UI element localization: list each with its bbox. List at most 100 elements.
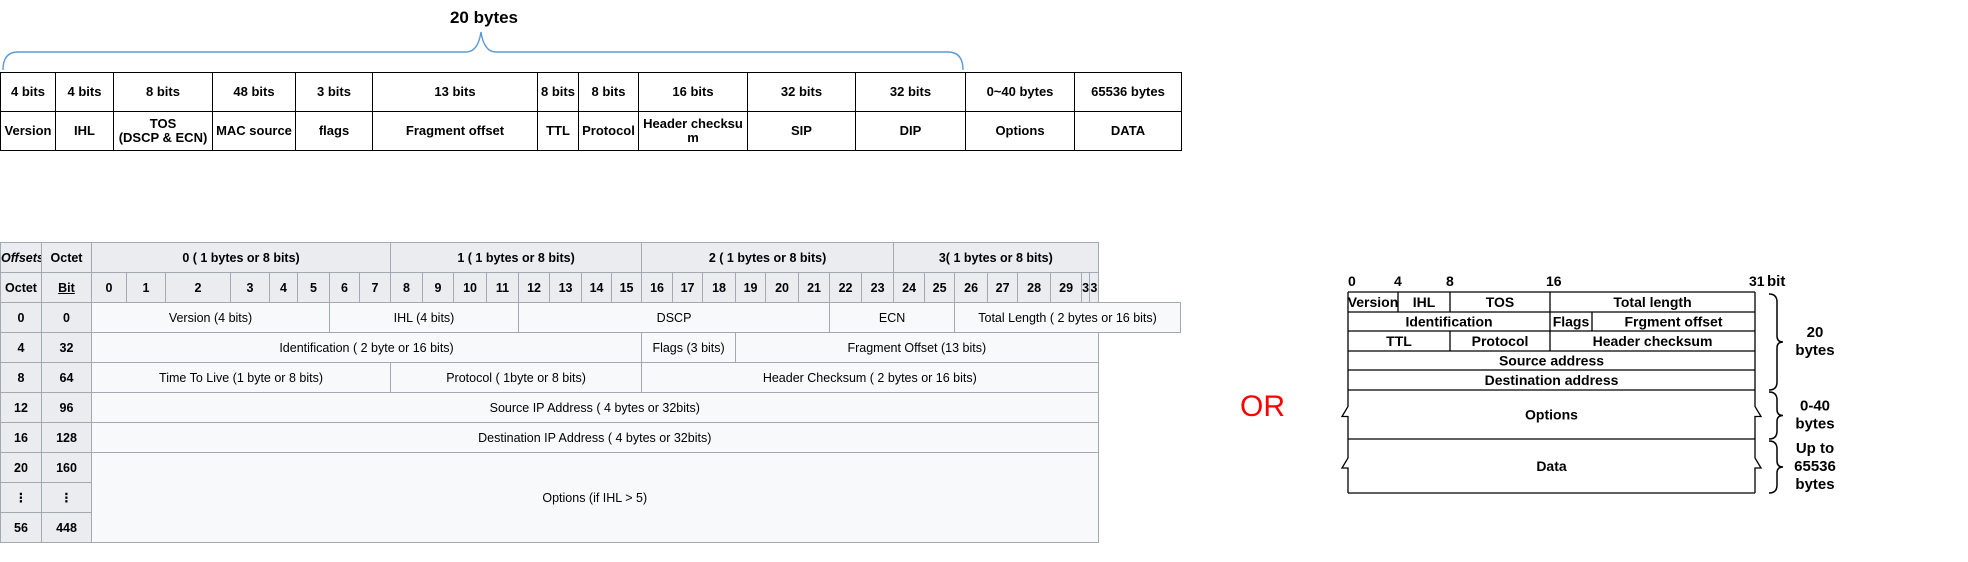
- source-address-field: Source address: [1499, 353, 1604, 369]
- bit-number: 5: [297, 272, 330, 303]
- header-field: Time To Live (1 byte or 8 bits): [90, 362, 392, 393]
- field-name-cell: Protocol: [578, 111, 639, 151]
- row-octet-offset: 20: [0, 452, 42, 483]
- bit-tick-label: 16: [1546, 273, 1562, 289]
- octet-label: Octet: [41, 242, 92, 273]
- octet-group-header: 3( 1 bytes or 8 bits): [893, 242, 1099, 273]
- header-field: Identification ( 2 byte or 16 bits): [90, 332, 643, 363]
- options-field: Options: [1525, 407, 1578, 423]
- identification-field: Identification: [1405, 314, 1492, 330]
- ipv4-header-diagram: 0 4 8 16 31 bit Version IHL TOS Total length Iden…: [1340, 273, 1836, 494]
- field-size-cell: 8 bits: [578, 72, 639, 112]
- bit-number: 13: [549, 272, 583, 303]
- or-label: OR: [1240, 390, 1285, 423]
- bit-number: 7: [358, 272, 392, 303]
- header-field: IHL (4 bits): [328, 302, 520, 333]
- field-size-cell: 16 bits: [638, 72, 748, 112]
- row-bit-offset: 448: [41, 512, 92, 543]
- brace-label: bytes: [1795, 476, 1834, 493]
- field-size-cell: 48 bits: [212, 72, 296, 112]
- row-bit-offset: 96: [41, 392, 92, 423]
- bit-number: 29: [1050, 272, 1083, 303]
- data-size-brace: [1768, 440, 1784, 494]
- header-row: 20 160 Options (if IHL > 5): [0, 452, 1181, 543]
- header-row: 12 96 Source IP Address ( 4 bytes or 32bit…: [0, 392, 1181, 423]
- bit-number: 31: [1089, 272, 1099, 303]
- bit-number: 19: [735, 272, 767, 303]
- bit-number: 9: [422, 272, 455, 303]
- field-name-cell: SIP: [747, 111, 856, 151]
- field-name-cell: Version: [0, 111, 56, 151]
- field-name-cell: Fragment offset: [372, 111, 538, 151]
- octet-group-row: Offsets Octet 0 ( 1 bytes or 8 bits) 1 ( 1 …: [0, 242, 1181, 273]
- brace-label: 65536: [1794, 458, 1836, 475]
- version-field: Version: [1348, 294, 1399, 310]
- data-left-break: [1340, 439, 1349, 493]
- bit-row-label: Bit: [41, 272, 92, 303]
- ipv4-header-format-table: Offsets Octet 0 ( 1 bytes or 8 bits) 1 ( 1 …: [0, 242, 1181, 543]
- header-row: 16 128 Destination IP Address ( 4 bytes or…: [0, 422, 1181, 453]
- row-octet-offset: 8: [0, 362, 42, 393]
- field-name-cell: TOS (DSCP & ECN): [113, 111, 213, 151]
- field-size-cell: 8 bits: [537, 72, 579, 112]
- header-field: Destination IP Address ( 4 bytes or 32bi…: [91, 422, 1099, 453]
- tos-field: TOS: [1486, 294, 1515, 310]
- field-name-cell: DIP: [855, 111, 966, 151]
- bit-tick-label: 8: [1446, 273, 1454, 289]
- header-row: 4 32 Identification ( 2 byte or 16 bits) Fl…: [0, 332, 1181, 363]
- bit-number: 14: [581, 272, 613, 303]
- bit-number: 16: [641, 272, 674, 303]
- bit-number: 4: [269, 272, 298, 303]
- row-bit-offset: ⋮: [41, 482, 92, 513]
- fragment-offset-field: Frgment offset: [1625, 314, 1723, 330]
- field-size-cell: 4 bits: [0, 72, 56, 112]
- bit-number-row: Octet Bit 0 1 2 3 4 5 6 7 8 9 10 11 12 13 14 15 16 17 18 19 20…: [0, 272, 1181, 303]
- twenty-bytes-brace: [2, 31, 964, 71]
- header-row: 8 64 Time To Live (1 byte or 8 bits) Protoc…: [0, 362, 1181, 393]
- brace-label: bytes: [1795, 342, 1834, 359]
- flags-field: Flags: [1553, 314, 1590, 330]
- ip-fields-summary-table: 4 bits 4 bits 8 bits 48 bits 3 bits 13 bits 8 …: [0, 72, 1182, 151]
- bit-number: 26: [954, 272, 989, 303]
- header-field: Protocol ( 1byte or 8 bits): [390, 362, 643, 393]
- header-field: Options (if IHL > 5): [91, 452, 1099, 543]
- options-right-break: [1754, 390, 1763, 439]
- bit-tick-label: 4: [1394, 273, 1402, 289]
- twenty-bytes-title: 20 bytes: [449, 8, 519, 27]
- row-octet-offset: 12: [0, 392, 42, 423]
- field-size-cell: 0~40 bytes: [965, 72, 1075, 112]
- header-field: Source IP Address ( 4 bytes or 32bits): [91, 392, 1099, 423]
- header-field: Fragment Offset (13 bits): [735, 332, 1099, 363]
- bit-number: 8: [390, 272, 424, 303]
- options-left-break: [1340, 390, 1349, 439]
- field-size-cell: 13 bits: [372, 72, 538, 112]
- field-size-cell: 32 bits: [855, 72, 966, 112]
- header-checksum-field: Header checksum: [1593, 333, 1713, 349]
- brace-label: bytes: [1795, 416, 1834, 433]
- bit-number: 24: [893, 272, 926, 303]
- bit-number: 27: [987, 272, 1019, 303]
- brace-label: Up to: [1796, 440, 1834, 457]
- header-field: ECN: [829, 302, 956, 333]
- bit-number: 30: [1081, 272, 1091, 303]
- ihl-field: IHL: [1413, 294, 1436, 310]
- row-bit-offset: 128: [41, 422, 92, 453]
- row-bit-offset: 32: [41, 332, 92, 363]
- twenty-bytes-brace: [1768, 293, 1784, 391]
- field-name-cell: Options: [965, 111, 1075, 151]
- bit-unit-label: bit: [1767, 273, 1785, 290]
- destination-address-field: Destination address: [1485, 372, 1619, 388]
- bit-number: 18: [702, 272, 737, 303]
- octet-group-header: 1 ( 1 bytes or 8 bits): [390, 242, 643, 273]
- header-row: 0 0 Version (4 bits) IHL (4 bits) DSCP ECN Tot…: [0, 302, 1181, 333]
- field-name-cell: flags: [295, 111, 373, 151]
- total-length-field: Total length: [1613, 294, 1691, 310]
- field-name-cell: MAC source: [212, 111, 296, 151]
- header-field: Version (4 bits): [91, 302, 330, 333]
- bit-number: 23: [861, 272, 895, 303]
- row-octet-offset: 16: [0, 422, 42, 453]
- octet-row-label: Octet: [0, 272, 42, 303]
- field-name-cell: DATA: [1074, 111, 1182, 151]
- brace-label: 20: [1807, 324, 1824, 341]
- bit-number: 0: [91, 272, 127, 303]
